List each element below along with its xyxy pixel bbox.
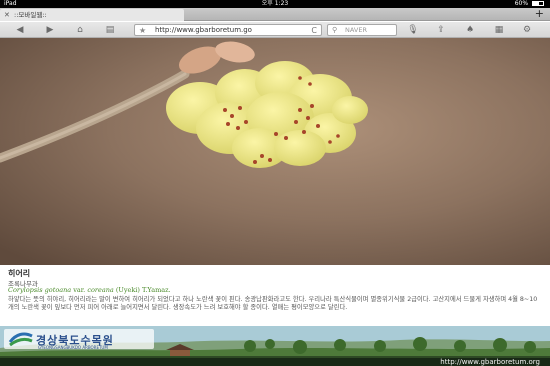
back-icon[interactable]: ◀: [14, 24, 26, 36]
arboretum-banner[interactable]: 경상북도수목원 GYEONGSANGBUKDO ARBORETUM http:/…: [0, 326, 550, 366]
plant-photo: [0, 38, 550, 265]
bookmark-star-icon[interactable]: ★: [139, 25, 146, 36]
plant-info: 히어리 조록나무과 Corylopsis gotoana var. corean…: [0, 265, 550, 327]
battery-icon: [532, 1, 544, 6]
tab-title: ::모바일웹::: [14, 11, 47, 19]
address-bar[interactable]: ★ http://www.gbarboretum.go C: [134, 24, 322, 36]
scientific-variety: coreana: [87, 286, 114, 294]
flower-illustration: [0, 38, 550, 265]
close-tab-icon[interactable]: ✕: [4, 9, 10, 21]
footer-url-link[interactable]: http://www.gbarboretum.org: [440, 358, 540, 366]
url-text: http://www.gbarboretum.go: [155, 26, 252, 34]
bookmarks-icon[interactable]: ▤: [104, 24, 116, 36]
microphone-icon[interactable]: 🎙: [407, 24, 419, 36]
arboretum-emblem-icon: [8, 332, 33, 347]
tabs-grid-icon[interactable]: ▦: [493, 24, 505, 36]
search-input[interactable]: ⚲ NAVER: [327, 24, 397, 36]
scientific-var-label: var.: [71, 286, 88, 294]
scientific-name: Corylopsis gotoana var. coreana (Uyeki) …: [8, 286, 171, 294]
search-icon: ⚲: [332, 26, 338, 34]
browser-tab[interactable]: ✕ ::모바일웹::: [0, 9, 184, 21]
search-placeholder: NAVER: [345, 26, 367, 34]
scientific-genus-species: Corylopsis gotoana: [8, 286, 72, 294]
arboretum-logo-subtitle: GYEONGSANGBUKDO ARBORETUM: [38, 345, 108, 350]
share-icon[interactable]: ⇪: [435, 24, 447, 36]
notification-icon[interactable]: ♠: [464, 24, 476, 36]
tab-bar: ✕ ::모바일웹:: +: [0, 8, 550, 21]
new-tab-icon[interactable]: +: [535, 8, 544, 20]
plant-description: 하얗다는 뜻의 히야리, 히어리라는 말이 변하여 히어리가 되었다고 하나 노…: [8, 296, 538, 311]
browser-toolbar: ◀ ▶ ⌂ ▤ ★ http://www.gbarboretum.go C ⚲ …: [0, 22, 550, 38]
settings-gear-icon[interactable]: ⚙: [521, 24, 533, 36]
home-icon[interactable]: ⌂: [74, 24, 86, 36]
scientific-author: (Uyeki) T.Yamaz.: [113, 286, 171, 294]
clock: 오후 1:23: [261, 0, 289, 7]
status-bar: iPad 오후 1:23 60%: [0, 0, 550, 8]
arboretum-logo: 경상북도수목원 GYEONGSANGBUKDO ARBORETUM: [4, 329, 154, 350]
battery-percent: 60%: [514, 0, 529, 7]
reload-icon[interactable]: C: [311, 25, 317, 36]
forward-icon[interactable]: ▶: [44, 24, 56, 36]
